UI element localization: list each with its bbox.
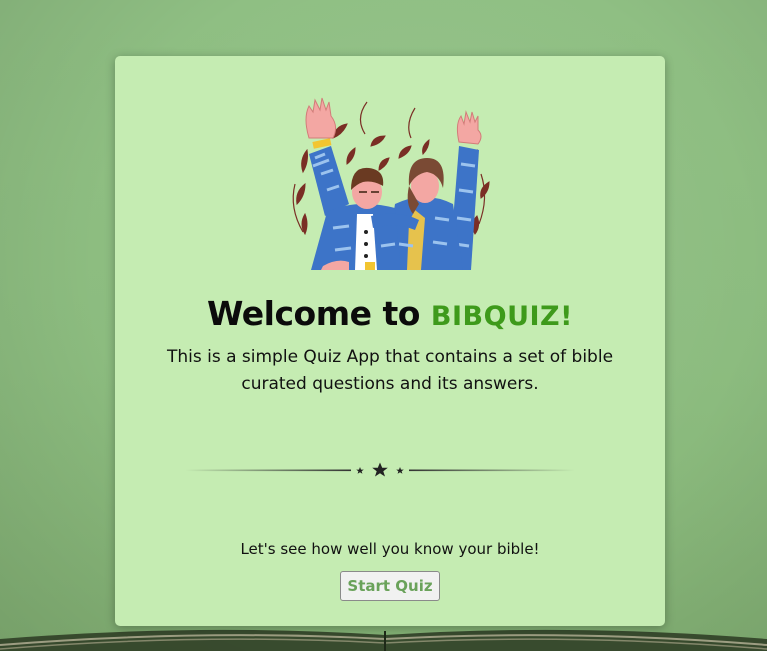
quiz-prompt: Let's see how well you know your bible!	[240, 540, 540, 558]
start-quiz-button[interactable]: Start Quiz	[340, 571, 440, 601]
celebrating-couple-illustration	[292, 97, 490, 270]
heading-prefix: Welcome to	[207, 294, 420, 333]
star-divider-icon	[185, 462, 575, 477]
brand-name: BIBQUIZ!	[430, 301, 573, 332]
app-description: This is a simple Quiz App that contains …	[166, 347, 614, 394]
welcome-heading: Welcome to BIBQUIZ!	[115, 294, 665, 334]
welcome-card: Welcome to BIBQUIZ! This is a simple Qui…	[115, 56, 665, 626]
